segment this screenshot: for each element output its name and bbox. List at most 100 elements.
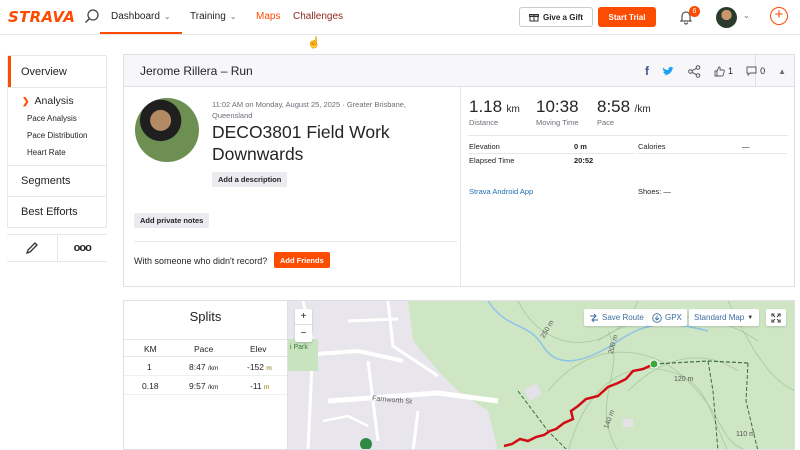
- mouse-cursor-icon: ☝: [307, 37, 321, 49]
- facebook-icon[interactable]: f: [645, 64, 649, 78]
- download-icon: [652, 312, 662, 323]
- split-pace-unit: /km: [207, 384, 219, 391]
- map-style-select[interactable]: Standard Map ▼: [689, 309, 759, 326]
- splits-header-km: KM: [144, 344, 157, 354]
- user-avatar[interactable]: [716, 7, 737, 28]
- split-km: 1: [147, 362, 152, 372]
- splits-header-row: KM Pace Elev: [124, 339, 288, 357]
- comment-count: 0: [760, 66, 766, 76]
- gpx-label: GPX: [665, 313, 682, 322]
- park-label: i Park: [290, 344, 308, 351]
- activity-meta: 11:02 AM on Monday, August 25, 2025 · Gr…: [212, 100, 407, 120]
- pace-label: Pace: [597, 118, 615, 127]
- kudos-count: 1: [728, 66, 734, 76]
- sidebar-item-pace-analysis[interactable]: Pace Analysis: [8, 110, 106, 127]
- edit-activity-button[interactable]: [7, 235, 58, 261]
- add-friends-button[interactable]: Add Friends: [274, 252, 330, 268]
- sidebar-item-analysis[interactable]: ❯ Analysis: [8, 92, 106, 110]
- gift-icon: [528, 14, 539, 22]
- table-row: 1 8:47 /km -152 m: [124, 358, 288, 376]
- kudos-button[interactable]: 1: [714, 66, 733, 77]
- analysis-group: ❯ Analysis Pace Analysis Pace Distributi…: [8, 87, 106, 165]
- nav-dashboard-label: Dashboard: [111, 11, 160, 22]
- elapsed-time-label: Elapsed Time: [469, 156, 515, 165]
- add-private-notes-button[interactable]: Add private notes: [134, 213, 210, 228]
- add-plus-icon[interactable]: +: [770, 7, 788, 25]
- stat-pace: 8:58 /km Pace: [597, 97, 651, 127]
- thumbs-up-icon: [714, 66, 725, 76]
- divider: [637, 153, 787, 154]
- split-elev: -11 m: [250, 381, 269, 391]
- sidebar-item-best-efforts[interactable]: Best Efforts: [8, 196, 106, 227]
- pencil-icon: [25, 242, 38, 255]
- twitter-icon[interactable]: [662, 66, 675, 77]
- contour-label: 120 m: [674, 376, 694, 383]
- split-km: 0.18: [142, 381, 159, 391]
- sidebar-tools: ooo: [7, 234, 107, 262]
- comment-icon: [746, 66, 757, 76]
- chevron-down-icon[interactable]: ⌄: [743, 11, 750, 20]
- split-pace: 8:47 /km: [189, 362, 218, 372]
- more-actions-button[interactable]: ooo: [58, 235, 108, 261]
- divider: [468, 153, 634, 154]
- give-gift-button[interactable]: Give a Gift: [519, 7, 593, 27]
- nav-dashboard[interactable]: Dashboard ⌄: [111, 11, 171, 22]
- add-description-button[interactable]: Add a description: [212, 172, 288, 187]
- table-row: 0.18 9:57 /km -11 m: [124, 377, 288, 395]
- zoom-in-button[interactable]: +: [295, 309, 312, 325]
- splits-header-elev: Elev: [250, 344, 267, 354]
- sidebar-analysis-label: Analysis: [34, 95, 74, 107]
- stat-moving-time: 10:38 Moving Time: [536, 97, 579, 127]
- route-map[interactable]: + − i Park Farnworth St 120 m 110 m 250 …: [287, 300, 795, 450]
- zoom-out-button[interactable]: −: [295, 325, 312, 341]
- athlete-avatar[interactable]: [135, 98, 199, 162]
- device-link[interactable]: Strava Android App: [469, 187, 533, 196]
- fullscreen-icon: [771, 312, 781, 323]
- sidebar-item-overview[interactable]: Overview: [8, 56, 106, 87]
- notification-badge: 6: [689, 6, 700, 17]
- start-trial-button[interactable]: Start Trial: [598, 7, 656, 27]
- elapsed-time-value: 20:52: [574, 156, 594, 165]
- gpx-button[interactable]: GPX: [647, 309, 687, 326]
- strava-logo[interactable]: STRAVA: [8, 8, 75, 26]
- caret-down-icon: ▼: [747, 314, 754, 321]
- calories-label: Calories: [638, 142, 666, 151]
- sidebar-item-segments[interactable]: Segments: [8, 165, 106, 196]
- athlete-activity-title: Jerome Rillera – Run: [140, 63, 253, 78]
- sidebar-box: Overview ❯ Analysis Pace Analysis Pace D…: [7, 55, 107, 228]
- top-navigation: STRAVA Dashboard ⌄ Training ⌄ Maps Chall…: [0, 0, 800, 35]
- share-icon[interactable]: [688, 64, 701, 78]
- activity-title: DECO3801 Field Work Downwards: [212, 122, 390, 164]
- split-pace: 9:57 /km: [189, 381, 218, 391]
- nav-training-label: Training: [190, 11, 226, 22]
- split-elev-value: -11: [250, 381, 262, 391]
- chevron-right-icon: ❯: [22, 95, 30, 106]
- with-someone-text: With someone who didn't record?: [134, 256, 268, 266]
- sidebar-item-pace-distribution[interactable]: Pace Distribution: [8, 127, 106, 144]
- nav-maps[interactable]: Maps: [256, 11, 280, 22]
- split-elev: -152 m: [247, 362, 272, 372]
- divider: [134, 241, 457, 242]
- nav-training[interactable]: Training ⌄: [190, 11, 236, 22]
- splits-header-pace: Pace: [194, 344, 214, 354]
- split-elev-unit: m: [266, 365, 272, 372]
- split-elev-unit: m: [264, 384, 270, 391]
- activity-summary-panel: Jerome Rillera – Run f 1 0 ▲ 11:02 AM on…: [123, 54, 795, 287]
- active-nav-indicator: [100, 32, 182, 34]
- sidebar-item-heart-rate[interactable]: Heart Rate: [8, 144, 106, 161]
- comment-button[interactable]: 0: [746, 66, 765, 76]
- give-gift-label: Give a Gift: [542, 12, 583, 22]
- shoes-info: Shoes: —: [638, 187, 671, 196]
- collapse-caret-icon[interactable]: ▲: [778, 67, 786, 76]
- distance-value: 1.18: [469, 97, 503, 116]
- vertical-divider: [460, 87, 461, 287]
- save-route-button[interactable]: Save Route: [584, 309, 649, 326]
- fullscreen-button[interactable]: [766, 309, 786, 326]
- search-icon[interactable]: [84, 8, 100, 24]
- route-icon: [590, 313, 598, 322]
- pace-unit: /km: [634, 104, 651, 115]
- share-actions: f 1 0 ▲: [645, 64, 786, 78]
- divider: [468, 135, 788, 136]
- nav-challenges[interactable]: Challenges: [293, 11, 343, 22]
- splits-title: Splits: [189, 309, 222, 324]
